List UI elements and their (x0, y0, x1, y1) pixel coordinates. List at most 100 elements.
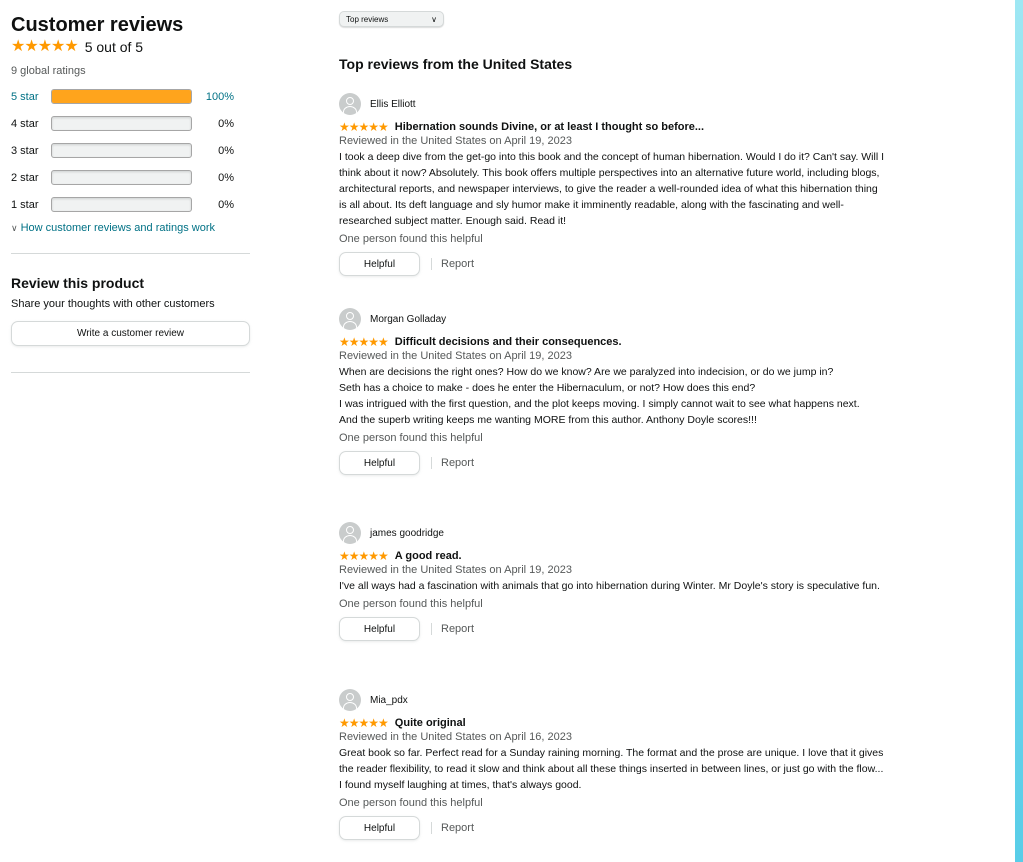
reviewer-name[interactable]: Morgan Golladay (370, 314, 446, 325)
helpful-count: One person found this helpful (339, 797, 483, 809)
sort-selected-value[interactable]: Top reviews (346, 15, 388, 24)
report-link[interactable]: Report (441, 258, 474, 270)
histogram-percent[interactable]: 100% (192, 91, 234, 103)
review-product-heading: Review this product (11, 275, 145, 291)
reviewer-profile[interactable]: Morgan Golladay (339, 307, 884, 331)
reviewer-profile[interactable]: james goodridge (339, 521, 884, 545)
histogram-bar (51, 116, 192, 131)
divider (431, 457, 432, 469)
review-product-subtitle: Share your thoughts with other customers (11, 298, 215, 310)
review-stars-icon: ★★★★★ (339, 550, 389, 562)
histogram-label: 1 star (11, 198, 39, 211)
avatar-icon (339, 308, 361, 330)
divider (11, 372, 250, 373)
how-reviews-work-label[interactable]: How customer reviews and ratings work (21, 222, 215, 234)
histogram-label[interactable]: 5 star (11, 91, 51, 103)
histogram-percent: 0% (218, 144, 234, 157)
review-card: Ellis Elliott ★★★★★ Hibernation sounds D… (339, 92, 884, 276)
review-body-line: And the superb writing keeps me wanting … (339, 414, 757, 426)
review-date: Reviewed in the United States on April 1… (339, 350, 572, 362)
helpful-count: One person found this helpful (339, 598, 483, 610)
report-link[interactable]: Report (441, 623, 474, 635)
review-actions: Helpful Report (339, 451, 884, 475)
review-card: james goodridge ★★★★★ A good read. Revie… (339, 521, 884, 641)
chevron-down-icon: ∨ (431, 14, 437, 24)
report-link[interactable]: Report (441, 822, 474, 834)
divider (431, 258, 432, 270)
review-actions: Helpful Report (339, 816, 884, 840)
overall-rating-text: 5 out of 5 (84, 39, 144, 55)
write-review-button[interactable]: Write a customer review (11, 321, 250, 346)
review-title[interactable]: Difficult decisions and their consequenc… (395, 336, 622, 348)
histogram-label: 2 star (11, 171, 39, 184)
helpful-button[interactable]: Helpful (339, 451, 420, 475)
review-stars-icon: ★★★★★ (339, 716, 389, 730)
review-title[interactable]: A good read. (395, 550, 462, 562)
histogram-label: 3 star (11, 144, 39, 157)
review-body: I took a deep dive from the get-go into … (339, 149, 884, 229)
reviewer-name[interactable]: james goodridge (370, 528, 444, 539)
histogram-bar (51, 197, 192, 212)
review-date: Reviewed in the United States on April 1… (339, 564, 572, 576)
histogram-label: 4 star (11, 117, 39, 130)
helpful-button[interactable]: Helpful (339, 816, 420, 840)
review-body-line: Great book so far. Perfect read for a Su… (339, 747, 884, 791)
helpful-button[interactable]: Helpful (339, 252, 420, 276)
reviewer-name[interactable]: Ellis Elliott (370, 99, 416, 110)
reviews-panel: Top reviews ∨ Top reviews from the Unite… (339, 11, 884, 72)
review-date: Reviewed in the United States on April 1… (339, 731, 572, 743)
histogram-bar (51, 143, 192, 158)
review-body-line: I took a deep dive from the get-go into … (339, 151, 885, 227)
review-card: Morgan Golladay ★★★★★ Difficult decision… (339, 307, 884, 475)
overall-stars-icon: ★★★★★ (11, 38, 79, 55)
sort-dropdown[interactable]: Top reviews ∨ (339, 11, 444, 27)
histogram-row-5-star[interactable]: 5 star 100% (11, 88, 250, 105)
review-title[interactable]: Quite original (395, 717, 466, 729)
histogram-percent: 0% (218, 198, 234, 211)
customer-reviews-heading: Customer reviews (11, 14, 184, 36)
window-edge-strip (1015, 0, 1023, 862)
histogram-row-4-star: 4 star 0% (11, 115, 250, 132)
star-rating-glyphs: ★★★★★ (11, 38, 79, 55)
divider (431, 623, 432, 635)
histogram-row-1-star: 1 star 0% (11, 196, 250, 213)
review-body-line: I was intrigued with the first question,… (339, 398, 860, 410)
avatar-icon (339, 93, 361, 115)
global-ratings-count: 9 global ratings (11, 65, 86, 77)
star-rating-glyphs: ★★★★★ (339, 120, 389, 134)
divider (431, 822, 432, 834)
review-title-row[interactable]: ★★★★★ Hibernation sounds Divine, or at l… (339, 120, 884, 134)
review-date: Reviewed in the United States on April 1… (339, 135, 572, 147)
helpful-count: One person found this helpful (339, 233, 483, 245)
chevron-down-icon: ∨ (11, 222, 18, 233)
avatar-icon (339, 689, 361, 711)
review-actions: Helpful Report (339, 252, 884, 276)
rating-histogram: 5 star 100% 4 star 0% 3 star 0% 2 star 0… (11, 88, 250, 213)
review-title-row[interactable]: ★★★★★ A good read. (339, 549, 884, 563)
review-title-row[interactable]: ★★★★★ Quite original (339, 716, 884, 730)
top-reviews-heading: Top reviews from the United States (339, 56, 573, 72)
review-body-line: Seth has a choice to make - does he ente… (339, 382, 756, 394)
review-stars-icon: ★★★★★ (339, 120, 389, 134)
histogram-fill (52, 90, 191, 103)
overall-rating: ★★★★★ 5 out of 5 (11, 38, 250, 56)
histogram-percent: 0% (218, 117, 234, 130)
report-link[interactable]: Report (441, 457, 474, 469)
review-title-row[interactable]: ★★★★★ Difficult decisions and their cons… (339, 335, 884, 349)
divider (11, 253, 250, 254)
review-card: Mia_pdx ★★★★★ Quite original Reviewed in… (339, 688, 884, 840)
histogram-percent: 0% (218, 171, 234, 184)
review-actions: Helpful Report (339, 617, 884, 641)
reviewer-name[interactable]: Mia_pdx (370, 695, 408, 706)
review-body: Great book so far. Perfect read for a Su… (339, 745, 884, 793)
review-title[interactable]: Hibernation sounds Divine, or at least I… (395, 121, 704, 133)
ratings-summary-panel: Customer reviews ★★★★★ 5 out of 5 9 glob… (11, 14, 250, 373)
star-rating-glyphs: ★★★★★ (339, 716, 389, 730)
how-reviews-work-link[interactable]: ∨ How customer reviews and ratings work (11, 222, 250, 234)
histogram-bar[interactable] (51, 89, 192, 104)
review-body: I've all ways had a fascination with ani… (339, 578, 884, 594)
helpful-button[interactable]: Helpful (339, 617, 420, 641)
review-stars-icon: ★★★★★ (339, 336, 389, 348)
reviewer-profile[interactable]: Mia_pdx (339, 688, 884, 712)
reviewer-profile[interactable]: Ellis Elliott (339, 92, 884, 116)
